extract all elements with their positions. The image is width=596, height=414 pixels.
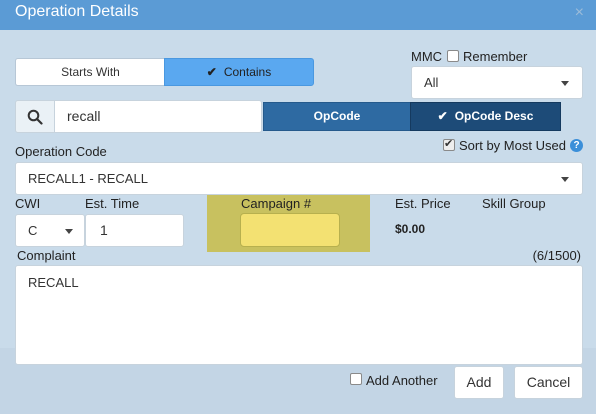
operation-code-value: RECALL1 - RECALL bbox=[28, 171, 148, 186]
caret-down-icon bbox=[561, 81, 569, 86]
search-input[interactable]: recall bbox=[54, 100, 262, 133]
mmc-select[interactable]: All bbox=[411, 66, 583, 99]
opcode-button-label: OpCode bbox=[313, 109, 361, 123]
dialog-title: Operation Details bbox=[15, 3, 139, 20]
add-button-label: Add bbox=[466, 374, 492, 390]
close-icon[interactable]: × bbox=[575, 4, 584, 22]
sort-by-most-used-label: Sort by Most Used bbox=[459, 138, 566, 153]
checkmark-icon: ✔ bbox=[437, 109, 448, 123]
complaint-value: RECALL bbox=[28, 275, 79, 290]
add-another-checkbox[interactable] bbox=[350, 373, 362, 385]
checkmark-icon: ✔ bbox=[206, 65, 217, 79]
caret-down-icon bbox=[65, 229, 73, 234]
contains-label: Contains bbox=[223, 65, 272, 79]
sort-by-most-used-checkbox[interactable] bbox=[443, 137, 455, 151]
est-time-value: 1 bbox=[100, 222, 108, 238]
opcode-desc-button[interactable]: ✔ OpCode Desc bbox=[410, 102, 561, 131]
complaint-counter: (6/1500) bbox=[532, 248, 581, 263]
search-input-value: recall bbox=[67, 108, 101, 124]
search-icon bbox=[27, 109, 43, 125]
add-button[interactable]: Add bbox=[454, 366, 504, 399]
est-time-input[interactable]: 1 bbox=[85, 214, 184, 247]
cwi-value: C bbox=[28, 223, 38, 238]
mmc-label: MMC bbox=[411, 49, 443, 64]
skill-group-label: Skill Group bbox=[482, 196, 546, 211]
help-icon[interactable]: ? bbox=[570, 139, 583, 152]
remember-label: Remember bbox=[463, 49, 528, 64]
cwi-label: CWI bbox=[15, 196, 41, 211]
search-button[interactable] bbox=[15, 100, 55, 133]
cancel-button[interactable]: Cancel bbox=[514, 366, 583, 399]
complaint-label: Complaint bbox=[17, 248, 76, 263]
cwi-select[interactable]: C bbox=[15, 214, 85, 247]
operation-code-label: Operation Code bbox=[15, 144, 107, 159]
starts-with-label: Starts With bbox=[61, 65, 120, 79]
remember-checkbox[interactable] bbox=[447, 50, 459, 62]
contains-toggle[interactable]: ✔ Contains bbox=[164, 58, 314, 86]
operation-code-select[interactable]: RECALL1 - RECALL bbox=[15, 162, 583, 195]
opcode-desc-button-label: OpCode Desc bbox=[454, 109, 534, 123]
campaign-input[interactable] bbox=[240, 213, 340, 247]
est-time-label: Est. Time bbox=[85, 196, 140, 211]
opcode-button[interactable]: OpCode bbox=[263, 102, 411, 131]
add-another-label: Add Another bbox=[366, 373, 438, 388]
complaint-textarea[interactable]: RECALL bbox=[15, 265, 583, 365]
campaign-label: Campaign # bbox=[241, 196, 312, 211]
est-price-label: Est. Price bbox=[395, 196, 451, 211]
mmc-select-value: All bbox=[424, 75, 439, 90]
caret-down-icon bbox=[561, 177, 569, 182]
est-price-value: $0.00 bbox=[395, 222, 426, 236]
cancel-button-label: Cancel bbox=[526, 374, 571, 390]
dialog-titlebar: Operation Details × bbox=[0, 0, 596, 30]
starts-with-toggle[interactable]: Starts With bbox=[15, 58, 165, 86]
